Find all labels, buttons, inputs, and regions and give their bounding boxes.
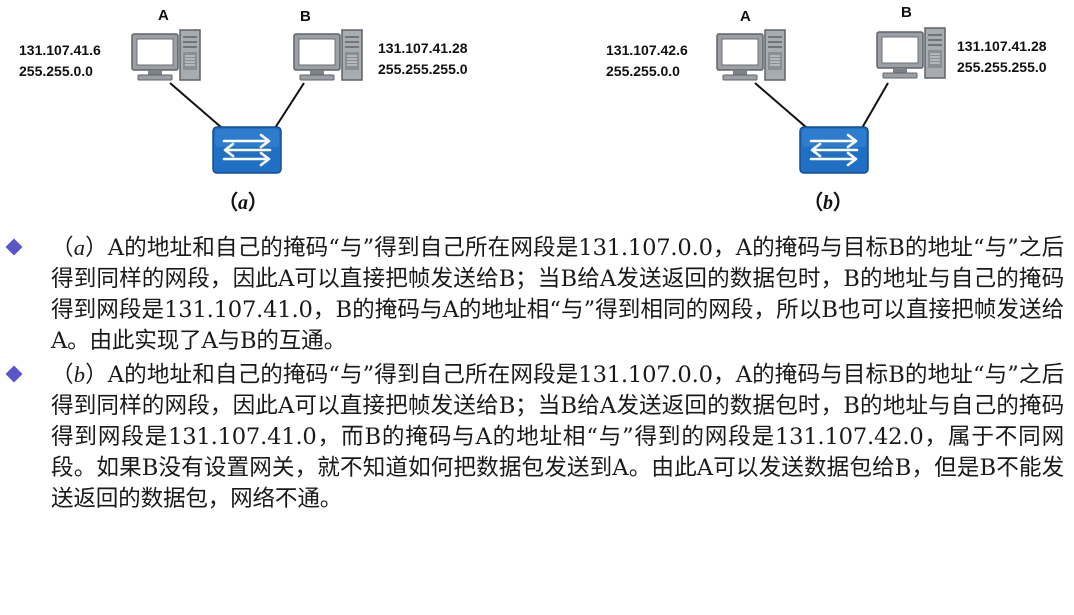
paragraph-letter: b bbox=[73, 362, 85, 387]
host-a-address-block: 131.107.41.6 255.255.0.0 bbox=[19, 40, 101, 82]
host-b-address-block: 131.107.41.28 255.255.255.0 bbox=[378, 38, 468, 80]
list-item: （b）A的地址和自己的掩码“与”得到自己所在网段是131.107.0.0，A的掩… bbox=[0, 359, 1074, 515]
host-a-ip: 131.107.41.6 bbox=[19, 42, 101, 58]
explanation-list: （a）A的地址和自己的掩码“与”得到自己所在网段是131.107.0.0，A的掩… bbox=[0, 232, 1074, 515]
diamond-bullet-icon bbox=[5, 238, 23, 256]
host-b-mask: 255.255.255.0 bbox=[378, 61, 468, 77]
diagram-b-caption: （b） bbox=[803, 190, 853, 214]
paragraph-b: （b）A的地址和自己的掩码“与”得到自己所在网段是131.107.0.0，A的掩… bbox=[51, 362, 1064, 512]
link-b-host-b-switch bbox=[861, 82, 889, 129]
host-a-label: A bbox=[740, 8, 751, 25]
host-b-label: B bbox=[901, 4, 912, 21]
host-b-computer-icon bbox=[875, 26, 947, 84]
network-switch-icon bbox=[212, 126, 282, 174]
network-switch-icon bbox=[799, 126, 869, 174]
host-b-ip: 131.107.41.28 bbox=[957, 38, 1047, 54]
diagram-a-caption: （a） bbox=[218, 190, 268, 214]
host-b-address-block: 131.107.41.28 255.255.255.0 bbox=[957, 36, 1047, 78]
diagram-b-links bbox=[754, 82, 889, 129]
paragraph-letter: a bbox=[73, 235, 85, 260]
diagram-b: A 131.107.42.6 255.255.0.0 B 131.107.41.… bbox=[537, 0, 1074, 215]
host-b-mask: 255.255.255.0 bbox=[957, 59, 1047, 75]
link-a-host-a-switch bbox=[169, 82, 223, 129]
host-b-ip: 131.107.41.28 bbox=[378, 40, 468, 56]
caption-letter: b bbox=[823, 192, 833, 214]
host-a-label: A bbox=[158, 7, 169, 24]
caption-letter: a bbox=[238, 192, 248, 214]
host-a-ip: 131.107.42.6 bbox=[606, 42, 688, 58]
link-a-host-b-switch bbox=[274, 82, 305, 129]
diagram-a: A 131.107.41.6 255.255.0.0 B 131.107.41.… bbox=[0, 0, 537, 215]
list-item: （a）A的地址和自己的掩码“与”得到自己所在网段是131.107.0.0，A的掩… bbox=[0, 232, 1074, 357]
link-b-host-a-switch bbox=[754, 82, 808, 129]
diagram-a-links bbox=[169, 82, 305, 129]
host-a-computer-icon bbox=[130, 28, 202, 86]
host-a-mask: 255.255.0.0 bbox=[19, 63, 93, 79]
host-a-computer-icon bbox=[715, 28, 787, 86]
paragraph-a: （a）A的地址和自己的掩码“与”得到自己所在网段是131.107.0.0，A的掩… bbox=[51, 235, 1064, 354]
diamond-bullet-icon bbox=[5, 365, 23, 383]
host-a-mask: 255.255.0.0 bbox=[606, 63, 680, 79]
host-a-address-block: 131.107.42.6 255.255.0.0 bbox=[606, 40, 688, 82]
host-b-computer-icon bbox=[292, 28, 364, 86]
host-b-label: B bbox=[300, 8, 311, 25]
